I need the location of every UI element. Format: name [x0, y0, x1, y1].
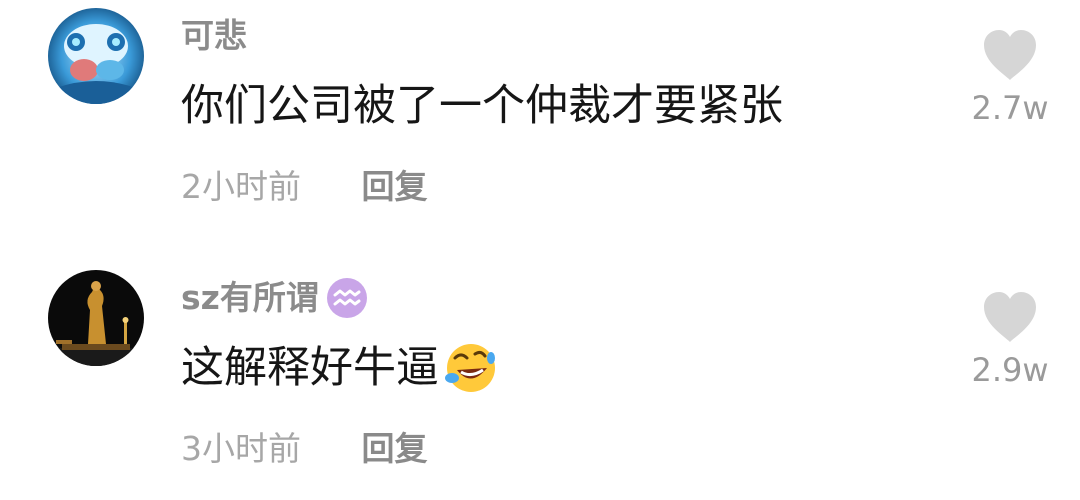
avatar[interactable] — [48, 8, 144, 104]
username-text: sz有所谓 — [181, 278, 319, 317]
reply-button[interactable]: 回复 — [362, 426, 428, 472]
username[interactable]: sz有所谓 — [181, 276, 367, 320]
like-control: 2.7w — [960, 28, 1060, 128]
comment-text-content: 你们公司被了一个仲裁才要紧张 — [181, 81, 783, 131]
aquarius-zodiac-icon — [326, 278, 367, 318]
heart-icon[interactable] — [980, 290, 1040, 344]
comment-text-content: 这解释好牛逼 — [181, 343, 439, 393]
comment-meta: 3小时前 回复 — [181, 426, 428, 472]
like-control: 2.9w — [960, 290, 1060, 390]
avatar[interactable] — [48, 270, 144, 366]
comment-text: 你们公司被了一个仲裁才要紧张 — [181, 78, 783, 134]
rolling-laughing-emoji-icon — [443, 340, 499, 396]
reply-button[interactable]: 回复 — [362, 164, 428, 210]
comment-item: sz有所谓 这解释好牛逼 3小时前 回复 2.9w — [0, 262, 1080, 492]
username-text: 可悲 — [181, 16, 247, 55]
comment-item: 可悲 你们公司被了一个仲裁才要紧张 2小时前 回复 2.7w — [0, 0, 1080, 230]
timestamp: 3小时前 — [181, 429, 301, 468]
comment-text: 这解释好牛逼 — [181, 340, 499, 396]
robot-creature-avatar-icon — [48, 8, 144, 104]
comment-meta: 2小时前 回复 — [181, 164, 428, 210]
like-count: 2.7w — [971, 89, 1049, 127]
like-count: 2.9w — [971, 351, 1049, 389]
username[interactable]: 可悲 — [181, 14, 247, 58]
timestamp: 2小时前 — [181, 167, 301, 206]
heart-icon[interactable] — [980, 28, 1040, 82]
statue-night-avatar-icon — [48, 270, 144, 366]
